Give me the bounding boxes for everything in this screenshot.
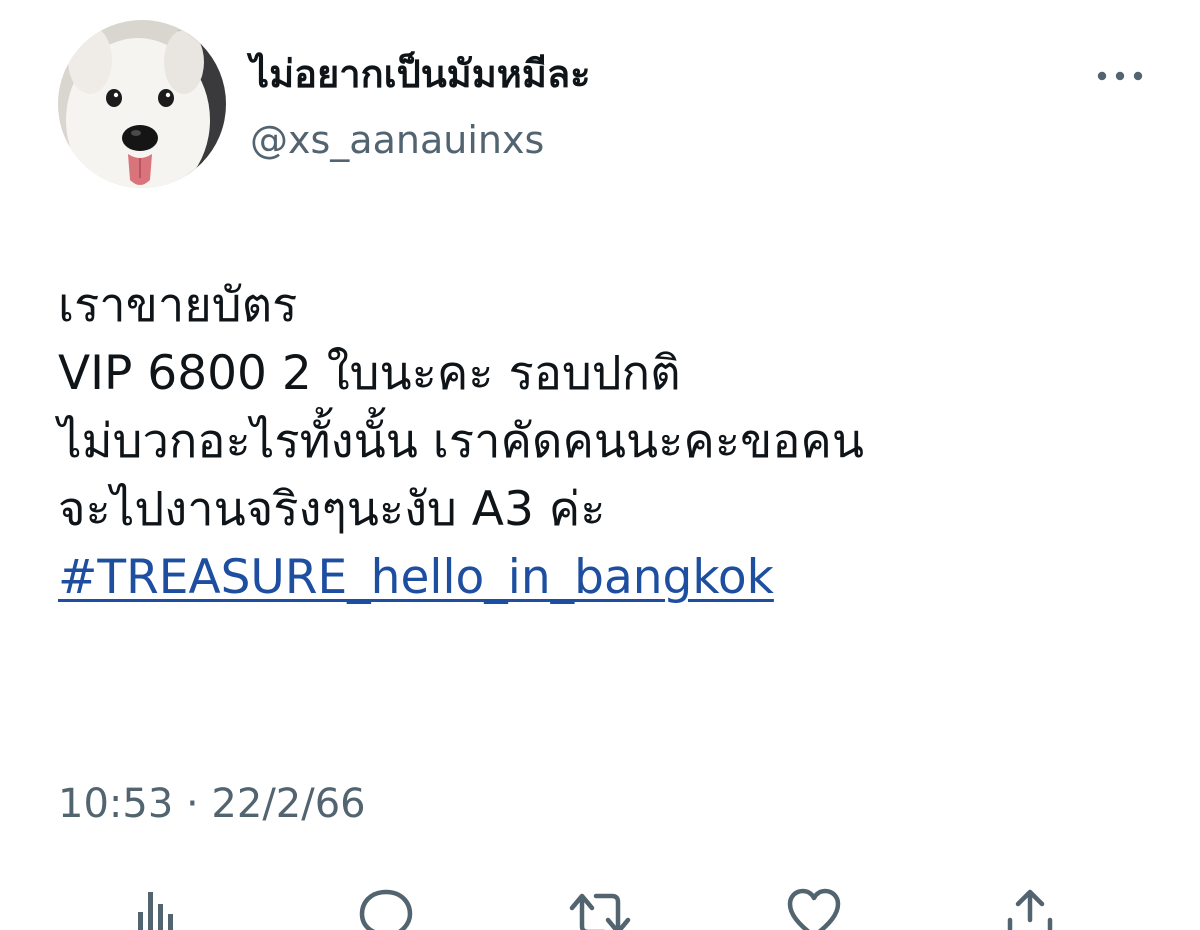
tweet-hashtag-line: #TREASURE_hello_in_bangkok xyxy=(58,544,1168,612)
reply-button[interactable] xyxy=(354,886,418,930)
analytics-icon xyxy=(138,892,173,930)
share-button[interactable] xyxy=(998,886,1062,930)
reply-icon xyxy=(359,889,413,930)
tweet-line: เราขายบัตร xyxy=(58,278,298,333)
heart-icon xyxy=(787,888,841,930)
analytics-button[interactable] xyxy=(124,886,188,930)
tweet-timestamp[interactable]: 10:53 · 22/2/66 xyxy=(58,776,366,832)
more-options-button[interactable] xyxy=(1088,56,1152,96)
more-horizontal-icon xyxy=(1097,71,1143,81)
hashtag-link[interactable]: #TREASURE_hello_in_bangkok xyxy=(58,550,774,605)
share-icon xyxy=(1007,889,1053,930)
tweet-line: จะไปงานจริงๆนะงับ A3 ค่ะ xyxy=(58,482,606,537)
tweet-action-bar xyxy=(0,880,1200,930)
user-handle[interactable]: @xs_aanauinxs xyxy=(250,112,544,168)
tweet-line: VIP 6800 2 ใบนะคะ รอบปกติ xyxy=(58,346,681,401)
dog-avatar-image xyxy=(58,20,226,188)
tweet-text: เราขายบัตร VIP 6800 2 ใบนะคะ รอบปกติ ไม่… xyxy=(58,272,1168,612)
avatar[interactable] xyxy=(58,20,226,188)
display-name[interactable]: ไม่อยากเป็นมัมหมีละ xyxy=(250,46,591,102)
retweet-icon xyxy=(569,893,631,930)
retweet-button[interactable] xyxy=(568,886,632,930)
tweet-line: ไม่บวกอะไรทั้งนั้น เราคัดคนนะคะขอคน xyxy=(58,414,864,469)
like-button[interactable] xyxy=(782,886,846,930)
